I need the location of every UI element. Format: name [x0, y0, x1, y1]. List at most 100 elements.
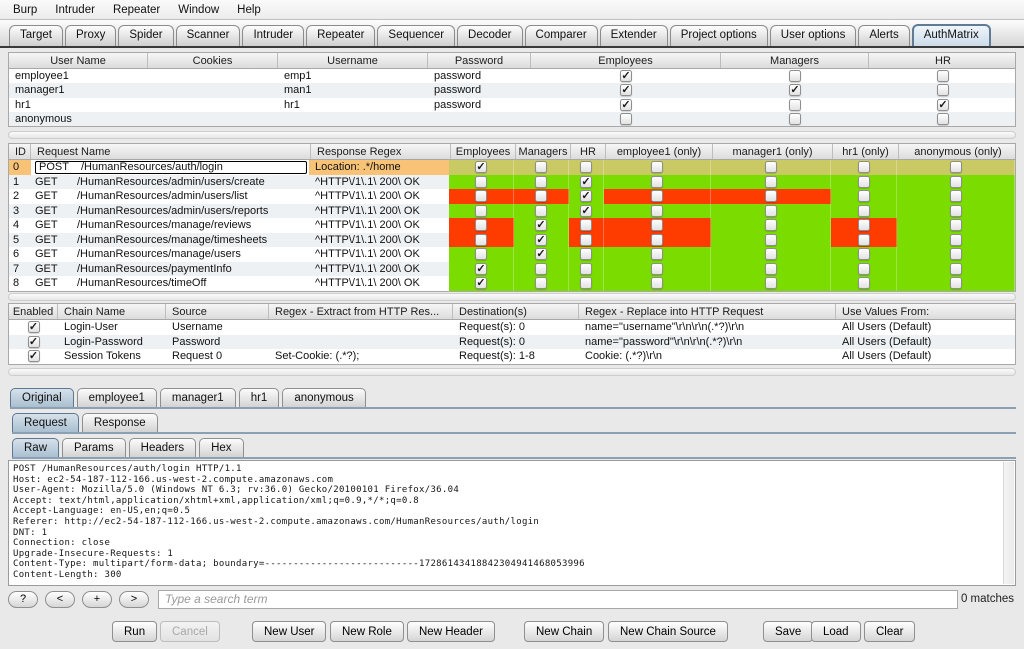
request-row[interactable]: 1 GET/HumanResources/admin/users/create ^H… — [9, 174, 1015, 189]
checkbox-unchecked[interactable] — [789, 112, 801, 125]
tab-intruder[interactable]: Intruder — [242, 25, 305, 46]
checkbox-checked[interactable]: ✓ — [580, 175, 592, 188]
matrix-cell-sel[interactable] — [831, 160, 897, 175]
checkbox-unchecked[interactable] — [857, 161, 870, 174]
request-text-editor[interactable]: POST /HumanResources/auth/login HTTP/1.1… — [8, 460, 1016, 586]
checkbox-unchecked[interactable] — [651, 175, 663, 188]
request-name-cell[interactable]: GET/HumanResources/timeOff — [31, 276, 309, 291]
matrix-cell-pass[interactable] — [831, 189, 897, 204]
checkbox-checked[interactable]: ✓ — [535, 248, 547, 261]
matrix-cell-sel[interactable] — [604, 160, 711, 175]
matrix-cell-fail[interactable] — [449, 218, 514, 233]
request-row[interactable]: 7 GET/HumanResources/paymentInfo ^HTTP\/1\… — [9, 261, 1015, 276]
matrix-cell-pass[interactable] — [711, 261, 831, 276]
checkbox-checked[interactable]: ✓ — [475, 262, 487, 275]
chain-row[interactable]: ✓ Session Tokens Request 0 Set-Cookie: (.*?… — [9, 349, 1015, 364]
checkbox-unchecked[interactable] — [580, 233, 592, 246]
user-row[interactable]: manager1 man1 password ✓ ✓ — [9, 83, 1015, 98]
request-row[interactable]: 4 GET/HumanResources/manage/reviews ^HTTP\… — [9, 218, 1015, 233]
checkbox-unchecked[interactable] — [857, 175, 870, 188]
tab-hr1[interactable]: hr1 — [238, 388, 280, 407]
tab-sequencer[interactable]: Sequencer — [377, 25, 456, 46]
matrix-cell-fail[interactable] — [449, 189, 514, 204]
checkbox-unchecked[interactable] — [535, 175, 547, 188]
checkbox-unchecked[interactable] — [949, 262, 962, 275]
checkbox-unchecked[interactable] — [937, 84, 949, 97]
search-add-button[interactable]: + — [82, 590, 112, 608]
tab-params[interactable]: Params — [62, 438, 126, 457]
matrix-cell-fail[interactable] — [449, 232, 514, 247]
search-help-button[interactable]: ? — [8, 590, 38, 608]
matrix-cell-pass[interactable]: ✓ — [514, 218, 569, 233]
matrix-cell-pass[interactable] — [604, 203, 711, 218]
checkbox-unchecked[interactable] — [651, 277, 663, 290]
tab-decoder[interactable]: Decoder — [457, 25, 523, 46]
request-name-cell[interactable]: GET/HumanResources/paymentInfo — [31, 261, 309, 276]
matrix-cell-fail[interactable] — [831, 218, 897, 233]
request-row[interactable]: 3 GET/HumanResources/admin/users/reports ^… — [9, 203, 1015, 218]
checkbox-unchecked[interactable] — [789, 98, 801, 111]
search-input[interactable] — [158, 589, 958, 609]
checkbox-unchecked[interactable] — [764, 161, 777, 174]
checkbox-checked[interactable]: ✓ — [937, 98, 949, 111]
new-role-button[interactable]: New Role — [330, 621, 404, 642]
matrix-cell-pass[interactable] — [604, 261, 711, 276]
checkbox-unchecked[interactable] — [789, 70, 801, 83]
checkbox-unchecked[interactable] — [949, 277, 962, 290]
matrix-cell-pass[interactable]: ✓ — [569, 189, 604, 204]
checkbox-unchecked[interactable] — [580, 248, 592, 261]
request-name-cell[interactable]: GET/HumanResources/admin/users/list — [31, 189, 309, 204]
matrix-cell-pass[interactable] — [514, 261, 569, 276]
checkbox-unchecked[interactable] — [764, 190, 777, 203]
matrix-cell-fail[interactable] — [604, 232, 711, 247]
matrix-cell-pass[interactable] — [514, 276, 569, 291]
matrix-cell-pass[interactable] — [569, 247, 604, 262]
matrix-cell-pass[interactable]: ✓ — [514, 247, 569, 262]
checkbox-checked[interactable]: ✓ — [620, 98, 632, 111]
user-row[interactable]: employee1 emp1 password ✓ — [9, 69, 1015, 84]
chain-row[interactable]: ✓ Login-Password Password Request(s): 0 name… — [9, 334, 1015, 350]
matrix-cell-fail[interactable] — [604, 218, 711, 233]
matrix-cell-pass[interactable] — [897, 189, 1015, 204]
tab-raw[interactable]: Raw — [12, 438, 60, 457]
request-name-cell[interactable]: GET/HumanResources/admin/users/create — [31, 174, 309, 189]
matrix-cell-pass[interactable]: ✓ — [569, 203, 604, 218]
horizontal-scrollbar[interactable] — [8, 293, 1016, 301]
search-next-button[interactable]: > — [119, 590, 149, 608]
matrix-cell-pass[interactable] — [831, 276, 897, 291]
matrix-cell-fail[interactable] — [831, 232, 897, 247]
checkbox-checked[interactable]: ✓ — [580, 204, 592, 217]
matrix-cell-pass[interactable] — [514, 174, 569, 189]
menu-repeater[interactable]: Repeater — [104, 4, 169, 16]
new-chain-button[interactable]: New Chain — [524, 621, 605, 642]
horizontal-scrollbar[interactable] — [8, 368, 1016, 376]
tab-request[interactable]: Request — [12, 413, 79, 432]
checkbox-checked[interactable]: ✓ — [475, 277, 487, 290]
checkbox-unchecked[interactable] — [475, 219, 487, 232]
matrix-cell-pass[interactable]: ✓ — [514, 232, 569, 247]
checkbox-unchecked[interactable] — [949, 175, 962, 188]
tab-anonymous[interactable]: anonymous — [282, 388, 366, 407]
checkbox-unchecked[interactable] — [651, 190, 663, 203]
tab-comparer[interactable]: Comparer — [524, 25, 598, 46]
checkbox-unchecked[interactable] — [764, 204, 777, 217]
matrix-cell-pass[interactable] — [449, 203, 514, 218]
matrix-cell-pass[interactable] — [897, 218, 1015, 233]
checkbox-unchecked[interactable] — [475, 204, 487, 217]
checkbox-unchecked[interactable] — [764, 262, 777, 275]
matrix-cell-pass[interactable] — [569, 276, 604, 291]
user-row[interactable]: hr1 hr1 password ✓ ✓ — [9, 97, 1015, 112]
checkbox-unchecked[interactable] — [651, 262, 663, 275]
request-name-cell[interactable]: GET/HumanResources/manage/users — [31, 247, 309, 262]
run-button[interactable]: Run — [112, 621, 158, 642]
tab-manager1[interactable]: manager1 — [159, 388, 236, 407]
horizontal-scrollbar[interactable] — [8, 131, 1016, 139]
matrix-cell-pass[interactable] — [711, 174, 831, 189]
checkbox-checked[interactable]: ✓ — [475, 161, 487, 174]
checkbox-checked[interactable]: ✓ — [620, 84, 632, 97]
request-name-cell[interactable]: POST/HumanResources/auth/login — [31, 160, 309, 175]
checkbox-unchecked[interactable] — [764, 277, 777, 290]
load-button[interactable]: Load — [811, 621, 861, 642]
checkbox-checked[interactable]: ✓ — [535, 219, 547, 232]
checkbox-unchecked[interactable] — [580, 161, 592, 174]
